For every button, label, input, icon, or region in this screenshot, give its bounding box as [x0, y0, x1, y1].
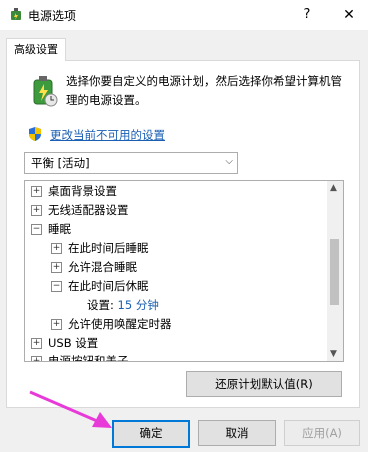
apply-button[interactable]: 应用(A)	[284, 420, 360, 446]
tab-advanced-settings[interactable]: 高级设置	[6, 38, 66, 61]
expand-toggle-icon[interactable]: +	[31, 205, 42, 216]
title-bar: 电源选项 ? ✕	[0, 0, 368, 30]
help-button[interactable]: ?	[292, 0, 322, 30]
scroll-down-icon[interactable]: ▼	[330, 349, 337, 359]
expand-toggle-icon[interactable]: +	[31, 338, 42, 349]
scroll-up-icon[interactable]: ▲	[330, 183, 337, 193]
tree-item-label: 睡眠	[48, 222, 71, 236]
tree-item[interactable]: − 在此时间后休眠	[51, 277, 149, 295]
tree-scrollbar[interactable]: ▲ ▼	[327, 181, 343, 361]
tree-item[interactable]: + 无线适配器设置	[31, 201, 129, 219]
uac-shield-icon	[29, 127, 41, 141]
tree-item-label: 无线适配器设置	[48, 203, 129, 217]
battery-plan-icon	[33, 76, 58, 107]
tree-item[interactable]: + 电源按钮和盖子	[31, 352, 129, 362]
setting-value[interactable]: 15 分钟	[118, 298, 159, 312]
tree-item-label: 电源按钮和盖子	[48, 354, 129, 362]
collapse-toggle-icon[interactable]: −	[51, 281, 62, 292]
ok-button[interactable]: 确定	[112, 420, 190, 448]
window-title: 电源选项	[28, 9, 77, 23]
tree-item-label: USB 设置	[48, 336, 99, 350]
power-plan-select[interactable]: 平衡 [活动] ⌵	[24, 152, 238, 174]
restore-defaults-button[interactable]: 还原计划默认值(R)	[186, 371, 342, 397]
tree-item-label: 允许使用唤醒定时器	[68, 317, 172, 331]
tree-item-label: 在此时间后睡眠	[68, 241, 149, 255]
power-options-icon	[11, 8, 21, 20]
power-plan-value: 平衡 [活动]	[31, 156, 90, 170]
tree-item[interactable]: + 桌面背景设置	[31, 182, 117, 200]
tree-item-label: 允许混合睡眠	[68, 260, 137, 274]
expand-toggle-icon[interactable]: +	[51, 243, 62, 254]
tree-item[interactable]: + USB 设置	[31, 334, 98, 352]
tree-item-label: 在此时间后休眠	[68, 279, 149, 293]
expand-toggle-icon[interactable]: +	[31, 356, 42, 361]
tree-item[interactable]: − 睡眠	[31, 220, 71, 238]
setting-label: 设置:	[87, 298, 114, 312]
expand-toggle-icon[interactable]: +	[51, 319, 62, 330]
settings-tree[interactable]: + 桌面背景设置 + 无线适配器设置 − 睡眠 + 在此时间后睡眠 + 允许混合睡眠 − 在…	[24, 180, 344, 362]
tree-item[interactable]: + 允许混合睡眠	[51, 258, 137, 276]
tree-item[interactable]: + 允许使用唤醒定时器	[51, 315, 172, 333]
collapse-toggle-icon[interactable]: −	[31, 224, 42, 235]
tree-setting-row[interactable]: 设置: 15 分钟	[87, 296, 159, 314]
expand-toggle-icon[interactable]: +	[51, 262, 62, 273]
change-unavailable-settings-link[interactable]: 更改当前不可用的设置	[50, 127, 165, 143]
close-button[interactable]: ✕	[334, 0, 364, 30]
cancel-button[interactable]: 取消	[198, 420, 276, 446]
description-text: 选择你要自定义的电源计划，然后选择你希望计算机管理的电源设置。	[66, 74, 342, 107]
tree-item-label: 桌面背景设置	[48, 184, 117, 198]
tree-item[interactable]: + 在此时间后睡眠	[51, 239, 149, 257]
chevron-down-icon: ⌵	[225, 156, 233, 167]
expand-toggle-icon[interactable]: +	[31, 186, 42, 197]
scroll-thumb[interactable]	[330, 239, 339, 305]
